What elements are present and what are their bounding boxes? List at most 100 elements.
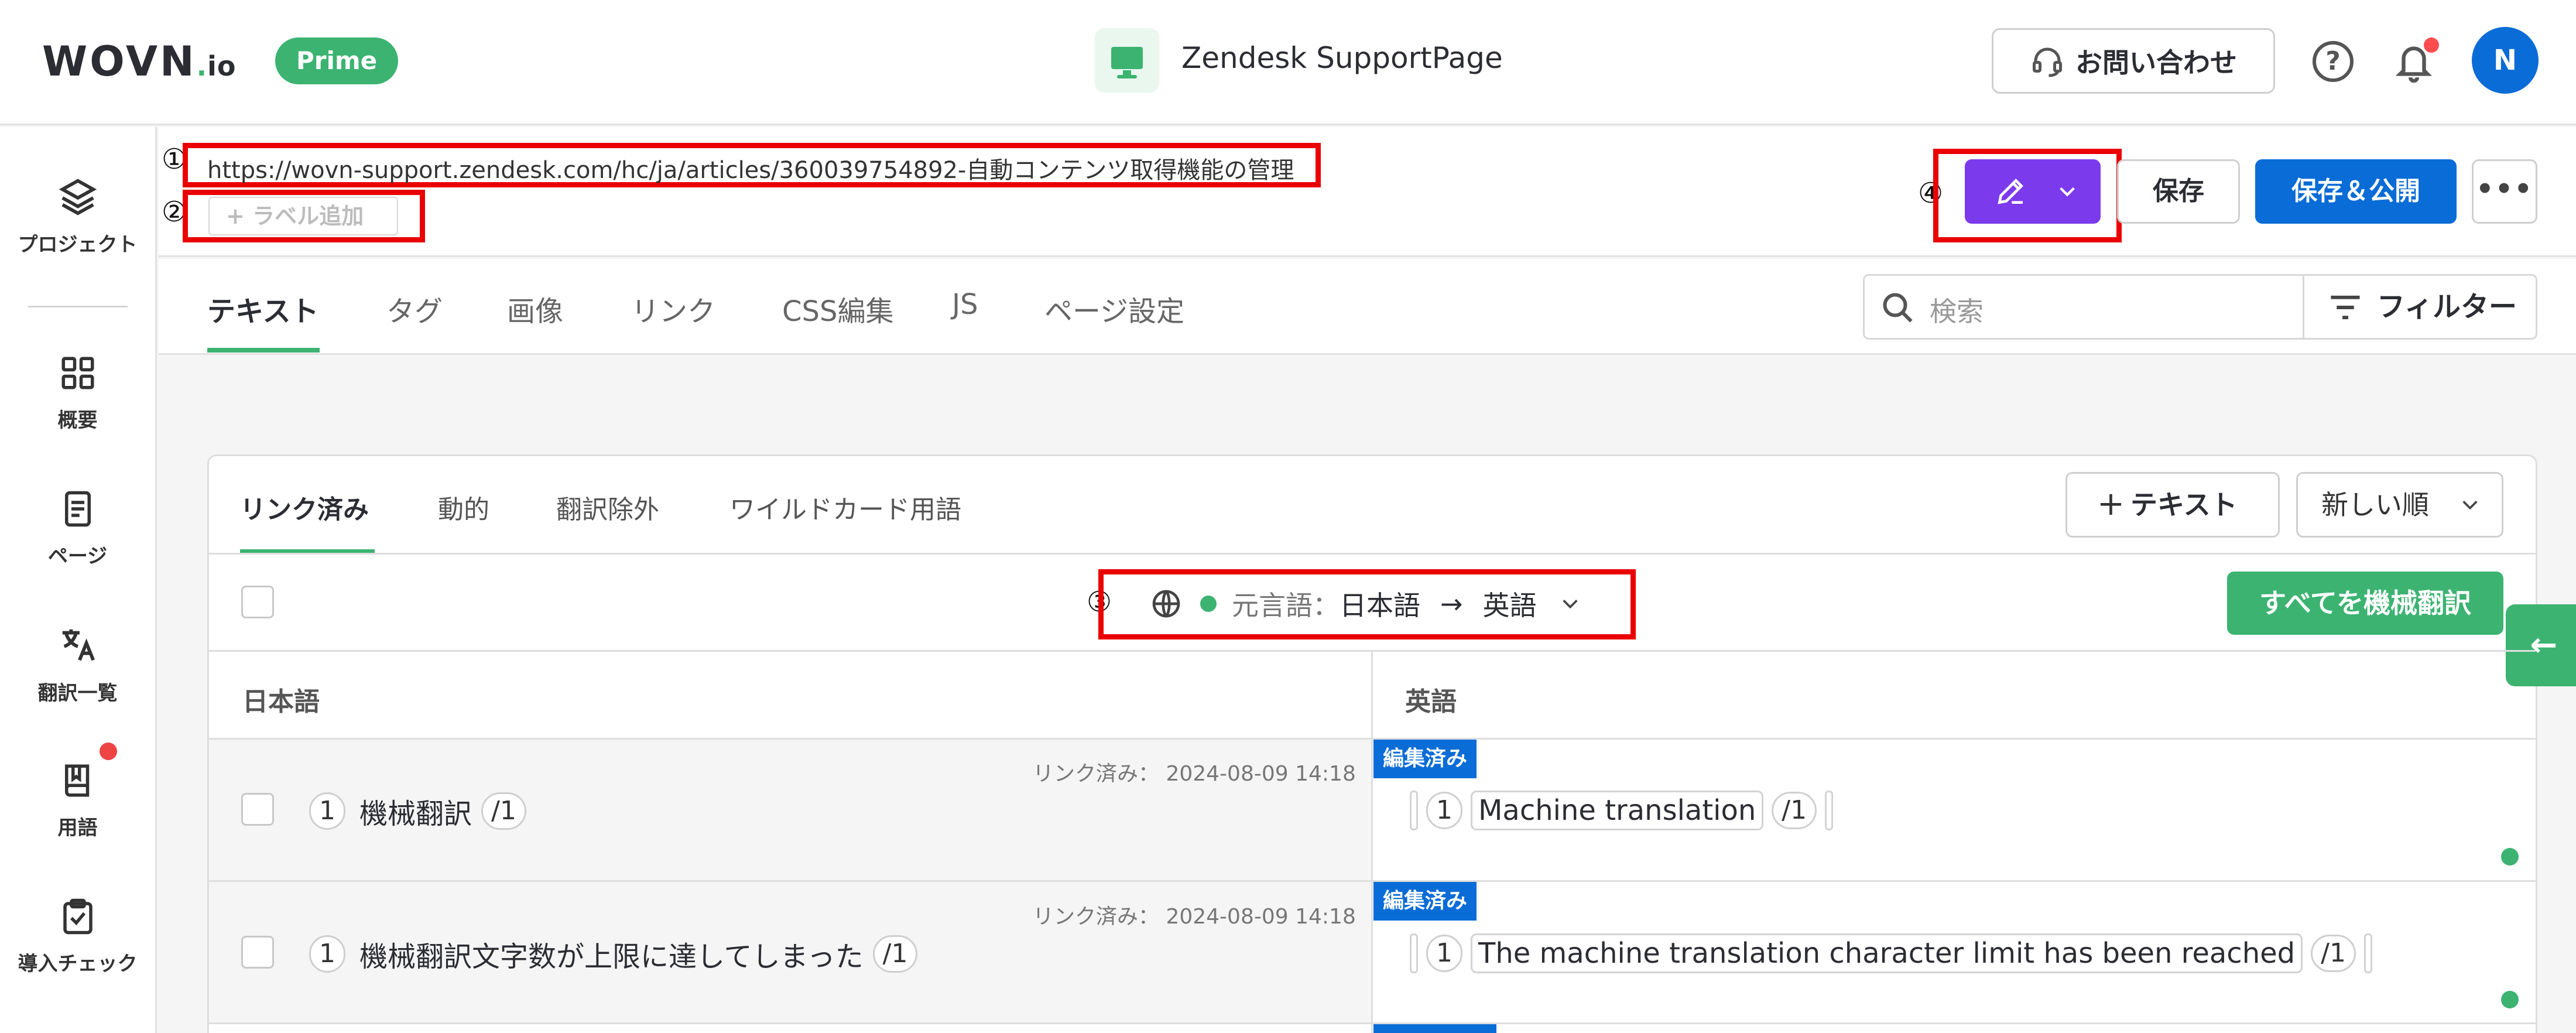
close-tag: /1 — [481, 792, 526, 830]
headset-icon — [2033, 47, 2062, 77]
select-all-checkbox[interactable] — [241, 586, 274, 618]
source-lang: 日本語 — [1340, 590, 1420, 621]
save-button[interactable]: 保存 — [2117, 159, 2240, 224]
plus-icon: + — [2097, 485, 2125, 523]
target-text-editor[interactable]: 1 The machine translation character limi… — [1410, 933, 2372, 973]
edit-mode-button[interactable] — [1965, 159, 2101, 224]
arrow-icon: → — [1440, 588, 1463, 620]
nav-item-glossary[interactable]: 用語 — [0, 761, 155, 840]
pencil-icon — [1998, 179, 2023, 204]
layers-icon — [59, 179, 97, 216]
subtab-dynamic[interactable]: 動的 — [438, 488, 489, 526]
column-divider — [1371, 650, 1373, 1033]
source-lang-prefix: 元言語： — [1232, 590, 1340, 621]
help-icon[interactable]: ? — [2313, 41, 2354, 82]
target-string: The machine translation character limit … — [1471, 933, 2303, 973]
column-header-source: 日本語 — [242, 687, 320, 717]
globe-icon — [1152, 590, 1180, 618]
nav-item-overview[interactable]: 概要 — [0, 354, 155, 433]
nav-label: ページ — [47, 545, 108, 568]
column-header-target: 英語 — [1405, 687, 1457, 717]
glossary-notification-dot — [100, 743, 117, 760]
chevron-down-icon — [2462, 501, 2478, 510]
save-and-publish-button[interactable]: 保存＆公開 — [2255, 159, 2457, 224]
tag-marker — [1410, 791, 1418, 830]
chevron-down-icon — [1562, 600, 1578, 609]
clipboard-check-icon — [63, 898, 93, 935]
edited-badge-partial — [1373, 1024, 1496, 1033]
close-tag: /1 — [872, 935, 918, 973]
more-options-button[interactable]: ••• — [2472, 159, 2537, 224]
linked-meta: リンク済み： 2024-08-09 14:18 — [1033, 905, 1356, 929]
source-string: 機械翻訳文字数が上限に達してしまった — [359, 940, 864, 973]
subtab-excluded[interactable]: 翻訳除外 — [556, 488, 659, 526]
divider — [209, 553, 2536, 555]
add-label-button[interactable]: + ラベル追加 — [208, 197, 398, 235]
language-pair-select[interactable]: 元言語： 日本語 → 英語 — [1150, 584, 1580, 623]
divider — [209, 1022, 2536, 1024]
tab-page-settings[interactable]: ページ設定 — [1044, 288, 1184, 329]
book-icon — [64, 764, 89, 797]
status-dot — [2501, 991, 2519, 1008]
source-text[interactable]: 1 機械翻訳 /1 — [309, 791, 526, 832]
wovn-logo[interactable]: WOVN.io — [42, 37, 236, 85]
edited-badge: 編集済み — [1373, 882, 1477, 921]
row-checkbox[interactable] — [241, 936, 274, 969]
status-dot — [1200, 596, 1217, 612]
tag-marker — [2363, 933, 2372, 973]
nav-label: プロジェクト — [18, 233, 138, 256]
chevron-down-icon — [2060, 187, 2075, 197]
linked-meta: リンク済み： 2024-08-09 14:18 — [1033, 762, 1356, 786]
filter-icon — [2331, 295, 2360, 320]
arrow-left-icon[interactable]: ← — [2506, 604, 2576, 686]
source-string: 機械翻訳 — [359, 798, 472, 830]
tab-links[interactable]: リンク — [631, 288, 715, 329]
document-icon — [64, 491, 91, 527]
nav-item-setup-check[interactable]: 導入チェック — [0, 897, 155, 976]
target-lang: 英語 — [1482, 590, 1537, 621]
tag-marker — [1410, 933, 1418, 973]
active-tab-indicator — [207, 348, 320, 353]
target-text-editor[interactable]: 1 Machine translation /1 — [1410, 791, 1834, 830]
nav-label: 翻訳一覧 — [37, 682, 118, 705]
source-text[interactable]: 1 機械翻訳文字数が上限に達してしまった /1 — [309, 933, 918, 974]
tag-number: 1 — [309, 792, 345, 830]
tag-number: 1 — [1426, 935, 1462, 972]
tab-tags[interactable]: タグ — [386, 288, 443, 329]
search-placeholder: 検索 — [1930, 296, 1984, 327]
row-checkbox[interactable] — [241, 793, 274, 826]
status-dot — [2501, 848, 2519, 866]
translate-icon — [62, 629, 95, 661]
edited-badge: 編集済み — [1373, 740, 1477, 778]
nav-item-pages[interactable]: ページ — [0, 490, 155, 569]
subtab-wildcard[interactable]: ワイルドカード用語 — [729, 488, 961, 526]
nav-item-translations[interactable]: 翻訳一覧 — [0, 624, 155, 706]
nav-item-project[interactable]: プロジェクト — [0, 176, 155, 257]
subtab-linked[interactable]: リンク済み — [240, 488, 369, 526]
notification-dot — [2424, 37, 2439, 53]
close-tag: /1 — [2311, 935, 2356, 972]
tab-js[interactable]: JS — [952, 288, 978, 321]
machine-translate-all-button[interactable]: すべてを機械翻訳 — [2227, 572, 2503, 635]
search-icon — [1883, 293, 1913, 323]
nav-label: 用語 — [57, 816, 98, 840]
tag-number: 1 — [309, 935, 345, 973]
grid-icon — [61, 357, 94, 389]
tag-number: 1 — [1426, 792, 1462, 829]
project-name[interactable]: Zendesk SupportPage — [1181, 41, 1503, 75]
target-string: Machine translation — [1471, 791, 1764, 830]
tab-text[interactable]: テキスト — [207, 288, 319, 329]
nav-label: 概要 — [57, 409, 98, 432]
tab-css-edit[interactable]: CSS編集 — [782, 288, 893, 329]
tab-images[interactable]: 画像 — [507, 288, 563, 329]
page-url[interactable]: https://wovn-support.zendesk.com/hc/ja/a… — [207, 151, 1294, 185]
nav-divider — [28, 306, 128, 307]
contact-button[interactable]: お問い合わせ — [1992, 28, 2275, 94]
tag-marker — [1825, 791, 1834, 830]
monitor-icon — [1095, 28, 1159, 93]
avatar[interactable]: N — [2472, 27, 2539, 94]
plan-badge: Prime — [275, 37, 399, 84]
contact-label: お問い合わせ — [2075, 47, 2237, 78]
nav-label: 導入チェック — [18, 952, 138, 976]
close-tag: /1 — [1772, 792, 1817, 829]
